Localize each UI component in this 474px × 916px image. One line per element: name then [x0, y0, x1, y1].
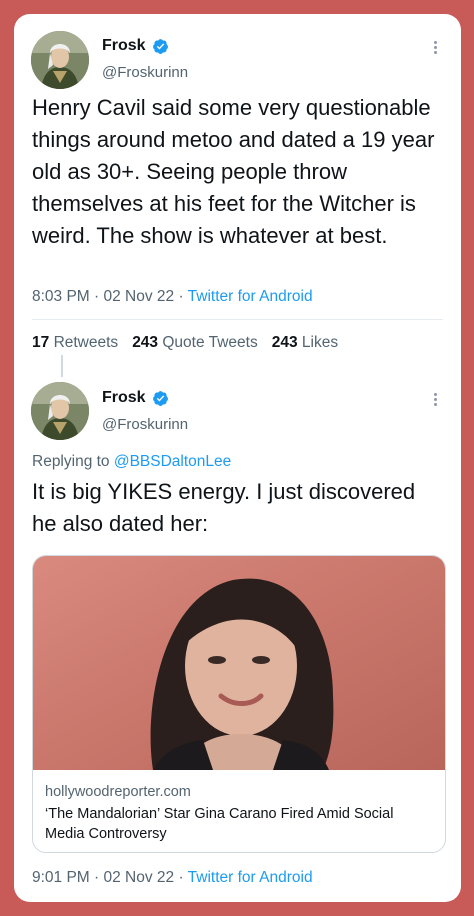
timestamp-text[interactable]: 9:01 PM · 02 Nov 22 · [32, 869, 188, 886]
link-preview-card[interactable]: hollywoodreporter.com ‘The Mandalorian’ … [32, 555, 446, 853]
more-options-icon[interactable] [434, 39, 438, 56]
author-row: Frosk [102, 37, 169, 55]
engagement-stats: 17 Retweets 243 Quote Tweets 243 Likes [32, 334, 338, 352]
likes-count: 243 [271, 334, 298, 351]
tweet-text: Henry Cavil said some very questionable … [32, 95, 435, 248]
replying-prefix: Replying to [32, 453, 114, 470]
replying-to: Replying to @BBSDaltonLee [32, 453, 231, 471]
likes-label: Likes [301, 334, 339, 351]
avatar[interactable] [31, 382, 89, 440]
tweet-timestamp: 9:01 PM · 02 Nov 22 · Twitter for Androi… [32, 869, 313, 887]
author-row: Frosk [102, 389, 169, 407]
link-preview-image[interactable] [33, 556, 445, 770]
tweet-text: It is big YIKES energy. I just discovere… [32, 479, 416, 536]
link-domain: hollywoodreporter.com [45, 784, 191, 800]
link-title: ‘The Mandalorian’ Star Gina Carano Fired… [45, 806, 394, 842]
more-options-icon[interactable] [434, 391, 438, 408]
handle[interactable]: @Froskurinn [102, 64, 188, 81]
quote-tweets-stat[interactable]: 243 Quote Tweets [132, 334, 258, 352]
thread-line [61, 355, 63, 377]
divider [32, 319, 443, 320]
retweets-label: Retweets [53, 334, 119, 351]
quotes-count: 243 [132, 334, 159, 351]
tweet-card: Frosk @Froskurinn Henry Cavil said some … [14, 14, 461, 902]
avatar[interactable] [31, 31, 89, 89]
source-link[interactable]: Twitter for Android [188, 288, 313, 305]
quotes-label: Quote Tweets [162, 334, 258, 351]
verified-badge-icon [152, 38, 168, 54]
retweets-count: 17 [32, 334, 50, 351]
verified-badge-icon [152, 390, 168, 406]
retweets-stat[interactable]: 17 Retweets [32, 334, 118, 352]
source-link[interactable]: Twitter for Android [188, 869, 313, 886]
likes-stat[interactable]: 243 Likes [272, 334, 338, 352]
tweet-timestamp: 8:03 PM · 02 Nov 22 · Twitter for Androi… [32, 288, 313, 306]
handle[interactable]: @Froskurinn [102, 416, 188, 433]
display-name[interactable]: Frosk [102, 389, 146, 407]
mention-link[interactable]: @BBSDaltonLee [114, 453, 231, 470]
display-name[interactable]: Frosk [102, 37, 146, 55]
timestamp-text[interactable]: 8:03 PM · 02 Nov 22 · [32, 288, 188, 305]
